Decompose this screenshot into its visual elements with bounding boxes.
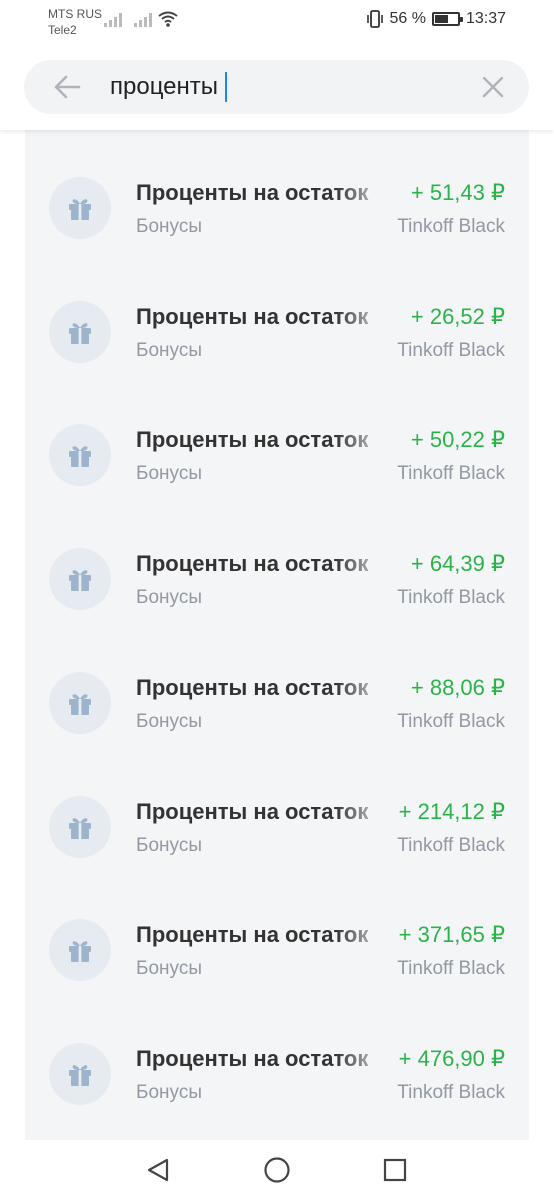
transaction-account: Tinkoff Black [397, 1081, 505, 1103]
transaction-title: Проценты на остаток [136, 427, 369, 453]
transaction-amount: + 64,39 ₽ [410, 551, 505, 577]
transaction-category: Бонусы [136, 587, 202, 609]
transaction-category: Бонусы [136, 958, 202, 980]
gift-icon [49, 548, 111, 611]
gift-icon [49, 300, 111, 363]
nav-back-icon [147, 1158, 169, 1182]
gift-icon [49, 919, 111, 982]
gift-icon [49, 795, 111, 858]
nav-back-button[interactable] [144, 1156, 172, 1184]
signal-1-icon [104, 11, 122, 27]
transaction-title: Проценты на остаток [136, 180, 369, 205]
nav-recents-icon [383, 1158, 407, 1182]
text-caret [225, 72, 227, 102]
transaction-account: Tinkoff Black [397, 834, 505, 856]
search-bar [24, 60, 529, 114]
transaction-title: Проценты на остаток [136, 551, 369, 577]
transaction-amount: + 214,12 ₽ [398, 798, 505, 824]
transaction-title: Проценты на остаток [136, 674, 369, 700]
transaction-row[interactable]: Проценты на остаток Бонусы + 476,90 ₽ Tinko… [25, 996, 529, 1120]
transaction-title: Проценты на остаток [136, 798, 369, 824]
gift-icon [49, 177, 111, 239]
signal-icons [104, 11, 152, 27]
transaction-row[interactable]: Проценты на остаток Бонусы + 51,43 ₽ Tinkof… [25, 130, 529, 254]
vibrate-icon [367, 10, 384, 28]
transaction-account: Tinkoff Black [397, 710, 505, 732]
battery-percent: 56 % [389, 10, 426, 27]
transaction-title: Проценты на остаток [136, 303, 369, 329]
transaction-category: Бонусы [136, 710, 202, 732]
transaction-category: Бонусы [136, 216, 202, 237]
transaction-row[interactable]: Проценты на остаток Бонусы + 50,22 ₽ Tinkof… [25, 377, 529, 501]
transaction-category: Бонусы [136, 339, 202, 361]
search-header [0, 46, 554, 130]
transaction-amount: + 51,43 ₽ [410, 180, 505, 205]
transaction-account: Tinkoff Black [397, 339, 505, 361]
signal-2-icon [134, 11, 152, 27]
gift-icon [49, 424, 111, 487]
transaction-account: Tinkoff Black [397, 216, 505, 237]
transaction-row[interactable]: Проценты на остаток Бонусы + 88,06 ₽ Tinkof… [25, 625, 529, 749]
gift-icon [49, 1042, 111, 1105]
close-icon [482, 76, 504, 98]
back-button[interactable] [52, 74, 82, 100]
transaction-row[interactable]: Проценты на остаток Бонусы + 214,12 ₽ Tinko… [25, 749, 529, 873]
transaction-title: Проценты на остаток [136, 1045, 369, 1071]
transaction-amount: + 88,06 ₽ [410, 674, 505, 700]
nav-recents-button[interactable] [381, 1156, 409, 1184]
navigation-bar [0, 1140, 554, 1200]
status-bar: MTS RUS Tele2 56 % 13:37 [0, 0, 554, 46]
transaction-amount: + 26,52 ₽ [410, 303, 505, 329]
transaction-category: Бонусы [136, 1081, 202, 1103]
nav-home-icon [264, 1157, 290, 1183]
clear-search-button[interactable] [481, 75, 505, 99]
carrier-1: MTS RUS [48, 7, 102, 21]
gift-icon [49, 671, 111, 734]
search-input[interactable] [110, 70, 450, 104]
transaction-category: Бонусы [136, 834, 202, 856]
transaction-row[interactable]: Проценты на остаток Бонусы + 26,52 ₽ Tinkof… [25, 254, 529, 378]
carrier-2: Tele2 [48, 23, 77, 37]
transaction-amount: + 476,90 ₽ [398, 1045, 505, 1071]
battery-icon [431, 12, 463, 26]
transaction-row[interactable]: Проценты на остаток Бонусы + 64,39 ₽ Tinkof… [25, 501, 529, 625]
transaction-row[interactable]: Проценты на остаток Бонусы + 371,65 ₽ Tinko… [25, 872, 529, 996]
clock: 13:37 [465, 10, 506, 27]
transaction-list: Проценты на остаток Бонусы + 51,43 ₽ Tinkof… [25, 130, 529, 1140]
transaction-amount: + 50,22 ₽ [410, 427, 505, 453]
arrow-left-icon [54, 75, 81, 99]
nav-home-button[interactable] [263, 1156, 291, 1184]
wifi-icon [158, 11, 178, 27]
status-right: 56 % 13:37 [367, 10, 506, 28]
transaction-title: Проценты на остаток [136, 922, 369, 948]
transaction-category: Бонусы [136, 463, 202, 485]
transaction-account: Tinkoff Black [397, 958, 505, 980]
transaction-amount: + 371,65 ₽ [398, 922, 505, 948]
carrier-labels: MTS RUS Tele2 [48, 6, 102, 38]
transaction-account: Tinkoff Black [397, 463, 505, 485]
transaction-account: Tinkoff Black [397, 587, 505, 609]
